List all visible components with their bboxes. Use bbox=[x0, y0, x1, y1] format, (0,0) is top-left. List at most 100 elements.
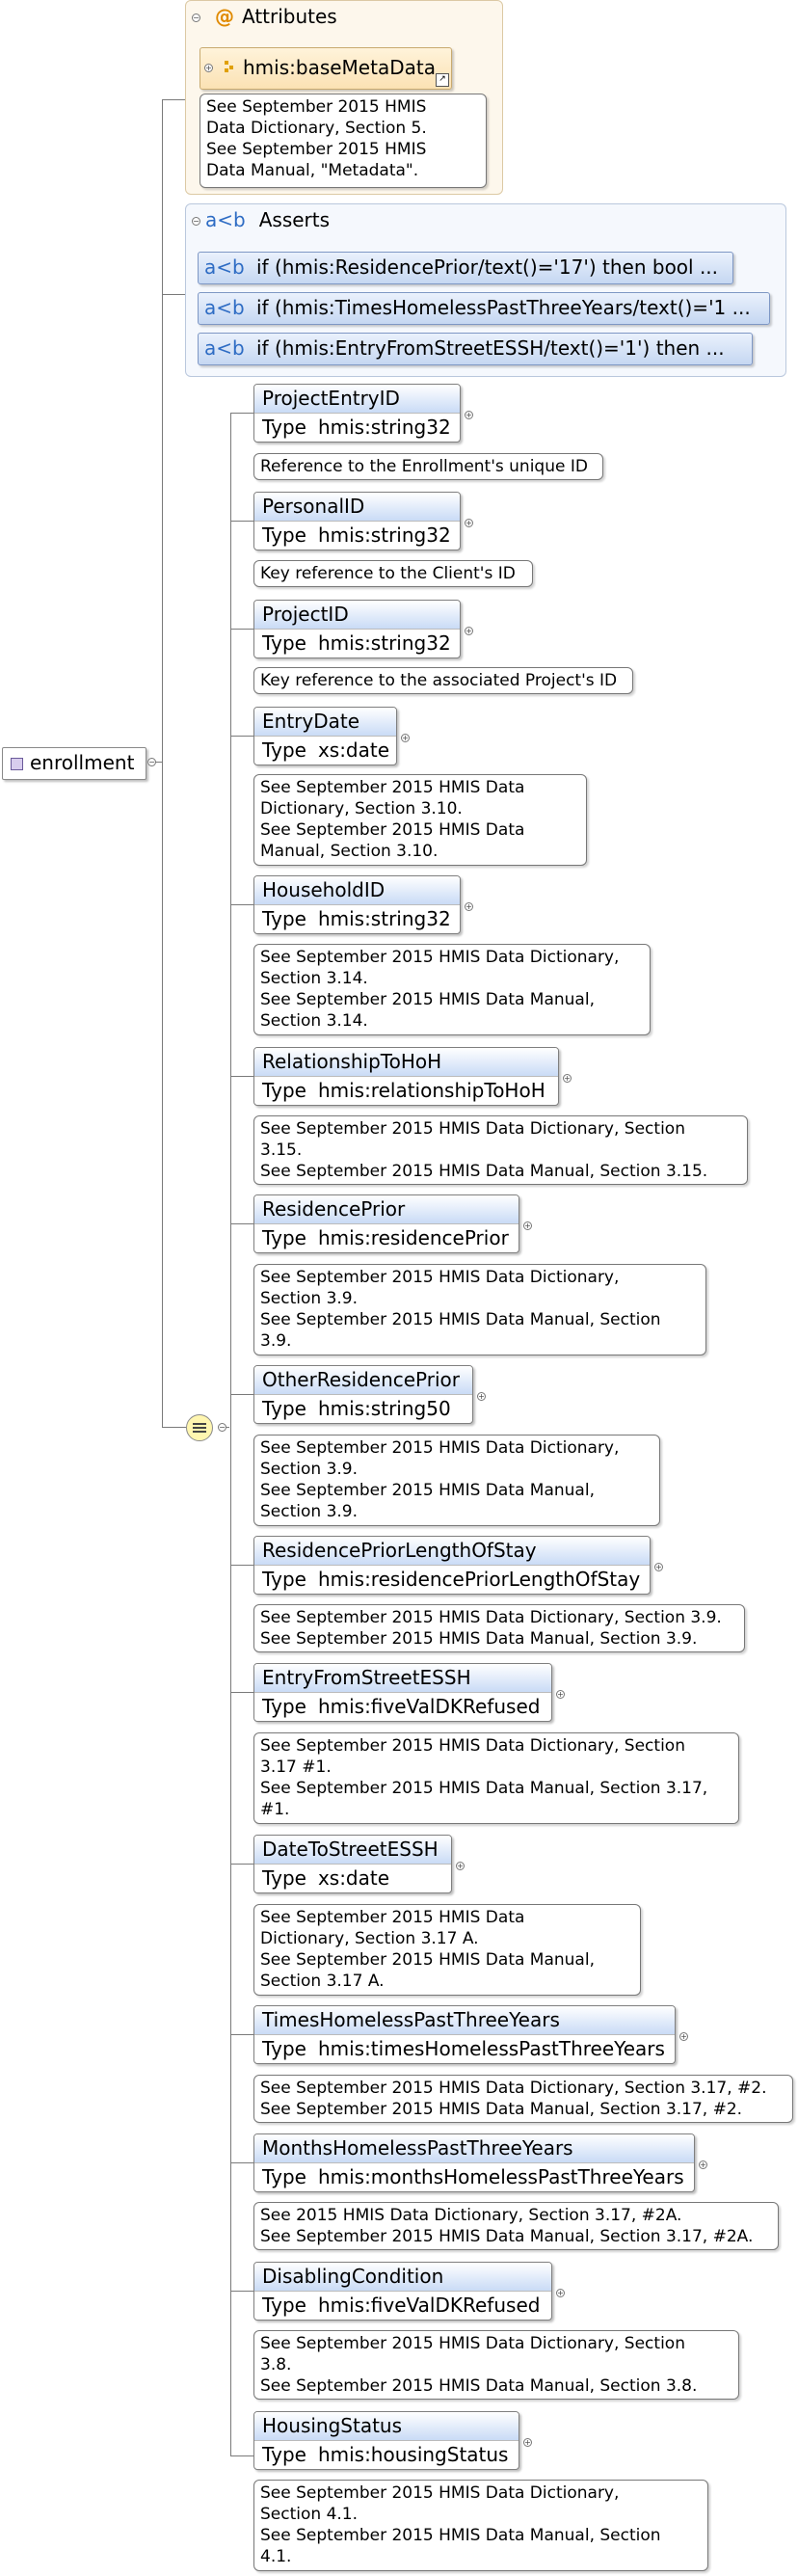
element-name: ProjectEntryID bbox=[254, 385, 460, 414]
expand-toggle-icon[interactable]: + bbox=[465, 902, 473, 911]
expand-toggle-icon[interactable]: + bbox=[204, 64, 213, 72]
assert-item[interactable]: a<b if (hmis:TimesHomelessPastThreeYears… bbox=[198, 292, 770, 325]
connector bbox=[230, 1565, 253, 1566]
element-housingstatus[interactable]: HousingStatus Type hmis:housingStatus + bbox=[253, 2411, 532, 2470]
element-timeshomelesspastthreeyears[interactable]: TimesHomelessPastThreeYears Type hmis:tim… bbox=[253, 2005, 688, 2064]
root-element-enrollment[interactable]: enrollment bbox=[2, 747, 146, 780]
element-documentation: See September 2015 HMIS Data Dictionary,… bbox=[253, 774, 587, 866]
element-personalid[interactable]: PersonalID Type hmis:string32 + bbox=[253, 492, 473, 550]
type-label: Type bbox=[262, 907, 306, 930]
element-residenceprior[interactable]: ResidencePrior Type hmis:residencePrior + bbox=[253, 1194, 532, 1253]
element-datetostreetessh[interactable]: DateToStreetESSH Type xs:date + bbox=[253, 1835, 465, 1893]
connector bbox=[230, 1692, 253, 1693]
element-disablingcondition[interactable]: DisablingCondition Type hmis:fiveValDKRef… bbox=[253, 2262, 565, 2321]
element-projectentryid[interactable]: ProjectEntryID Type hmis:string32 + bbox=[253, 384, 473, 443]
element-householdid[interactable]: HouseholdID Type hmis:string32 + bbox=[253, 875, 473, 934]
expand-toggle-icon[interactable]: + bbox=[556, 1690, 565, 1699]
element-documentation: See September 2015 HMIS Data Dictionary,… bbox=[253, 2330, 739, 2400]
type-value: hmis:relationshipToHoH bbox=[317, 1079, 545, 1102]
expand-toggle-icon[interactable]: + bbox=[401, 734, 410, 742]
assert-item[interactable]: a<b if (hmis:ResidencePrior/text()='17')… bbox=[198, 252, 733, 284]
sequence-compositor-icon[interactable] bbox=[186, 1414, 213, 1441]
element-type: Type hmis:residencePriorLengthOfStay bbox=[254, 1566, 650, 1594]
element-documentation: See September 2015 HMIS Data Dictionary,… bbox=[253, 944, 651, 1035]
shortcut-arrow-icon[interactable]: ↗ bbox=[436, 73, 449, 87]
collapse-toggle-icon[interactable]: − bbox=[192, 13, 200, 22]
connector bbox=[230, 413, 253, 414]
type-label: Type bbox=[262, 2294, 306, 2317]
element-name: DateToStreetESSH bbox=[254, 1836, 451, 1865]
element-type: Type hmis:string32 bbox=[254, 905, 460, 933]
attribute-basemetadata[interactable]: + hmis:baseMetaData ↗ bbox=[200, 47, 452, 90]
element-documentation: See September 2015 HMIS Data Dictionary,… bbox=[253, 1115, 748, 1185]
element-entryfromstreetessh[interactable]: EntryFromStreetESSH Type hmis:fiveValDKRe… bbox=[253, 1663, 565, 1722]
type-value: hmis:residencePrior bbox=[317, 1226, 509, 1249]
expand-toggle-icon[interactable]: + bbox=[523, 2438, 532, 2447]
type-value: hmis:residencePriorLengthOfStay bbox=[317, 1568, 641, 1591]
collapse-toggle-icon[interactable]: − bbox=[218, 1423, 226, 1432]
element-documentation: See September 2015 HMIS Data Dictionary,… bbox=[253, 1435, 660, 1526]
assert-item[interactable]: a<b if (hmis:EntryFromStreetESSH/text()=… bbox=[198, 333, 753, 365]
expand-toggle-icon[interactable]: − bbox=[147, 758, 156, 766]
expand-toggle-icon[interactable]: + bbox=[465, 411, 473, 419]
element-type: Type hmis:string50 bbox=[254, 1395, 472, 1423]
type-label: Type bbox=[262, 416, 306, 439]
expand-toggle-icon[interactable]: + bbox=[456, 1862, 465, 1870]
connector bbox=[230, 413, 231, 2456]
collapse-toggle-icon[interactable]: − bbox=[192, 217, 200, 226]
element-name: DisablingCondition bbox=[254, 2263, 551, 2292]
expand-toggle-icon[interactable]: + bbox=[465, 519, 473, 527]
type-label: Type bbox=[262, 738, 306, 762]
attribute-at-icon: @ bbox=[215, 5, 234, 28]
element-name: ResidencePriorLengthOfStay bbox=[254, 1537, 650, 1566]
element-type: Type hmis:string32 bbox=[254, 522, 460, 550]
element-type: Type hmis:housingStatus bbox=[254, 2441, 519, 2469]
element-name: RelationshipToHoH bbox=[254, 1048, 558, 1077]
element-type: Type hmis:string32 bbox=[254, 630, 460, 657]
expand-toggle-icon[interactable]: + bbox=[654, 1563, 663, 1571]
element-name: PersonalID bbox=[254, 493, 460, 522]
expand-toggle-icon[interactable]: + bbox=[465, 627, 473, 635]
element-type: Type hmis:relationshipToHoH bbox=[254, 1077, 558, 1105]
type-label: Type bbox=[262, 2165, 306, 2188]
type-label: Type bbox=[262, 1695, 306, 1718]
element-monthshomelesspastthreeyears[interactable]: MonthsHomelessPastThreeYears Type hmis:mo… bbox=[253, 2133, 707, 2192]
connector bbox=[230, 2034, 253, 2035]
type-label: Type bbox=[262, 1079, 306, 1102]
element-documentation: See September 2015 HMIS Data Dictionary,… bbox=[253, 2480, 708, 2571]
expand-toggle-icon[interactable]: + bbox=[477, 1392, 486, 1401]
element-projectid[interactable]: ProjectID Type hmis:string32 + bbox=[253, 600, 473, 658]
expand-toggle-icon[interactable]: + bbox=[556, 2289, 565, 2297]
element-documentation: See 2015 HMIS Data Dictionary, Section 3… bbox=[253, 2202, 779, 2250]
type-label: Type bbox=[262, 1866, 306, 1890]
type-value: hmis:timesHomelessPastThreeYears bbox=[317, 2037, 665, 2060]
element-documentation: See September 2015 HMIS Data Dictionary,… bbox=[253, 1904, 641, 1996]
expand-toggle-icon[interactable]: + bbox=[679, 2032, 688, 2041]
type-value: hmis:monthsHomelessPastThreeYears bbox=[317, 2165, 684, 2188]
connector bbox=[230, 629, 253, 630]
attribute-documentation: See September 2015 HMIS Data Dictionary,… bbox=[200, 94, 487, 188]
connector bbox=[230, 521, 253, 522]
connector bbox=[230, 1864, 253, 1865]
element-entrydate[interactable]: EntryDate Type xs:date + bbox=[253, 707, 410, 765]
element-documentation: Key reference to the associated Project'… bbox=[253, 667, 633, 694]
type-value: hmis:string32 bbox=[317, 631, 451, 655]
element-residencepriorlengthofstay[interactable]: ResidencePriorLengthOfStay Type hmis:resi… bbox=[253, 1536, 663, 1595]
type-value: hmis:string32 bbox=[317, 907, 451, 930]
expand-toggle-icon[interactable]: + bbox=[699, 2160, 707, 2169]
element-type: Type hmis:residencePrior bbox=[254, 1224, 519, 1252]
attribute-label: hmis:baseMetaData bbox=[243, 56, 436, 79]
connector bbox=[230, 1076, 253, 1077]
element-otherresidenceprior[interactable]: OtherResidencePrior Type hmis:string50 + bbox=[253, 1365, 486, 1424]
element-documentation: See September 2015 HMIS Data Dictionary,… bbox=[253, 2075, 793, 2123]
expand-toggle-icon[interactable]: + bbox=[563, 1074, 572, 1083]
element-documentation: See September 2015 HMIS Data Dictionary,… bbox=[253, 1604, 745, 1652]
assert-icon: a<b bbox=[204, 255, 245, 279]
element-relationshiptohoh[interactable]: RelationshipToHoH Type hmis:relationshipT… bbox=[253, 1047, 572, 1106]
type-value: hmis:string32 bbox=[317, 523, 451, 547]
connector bbox=[230, 2291, 253, 2292]
element-name: MonthsHomelessPastThreeYears bbox=[254, 2134, 694, 2163]
element-type: Type hmis:monthsHomelessPastThreeYears bbox=[254, 2163, 694, 2191]
expand-toggle-icon[interactable]: + bbox=[523, 1221, 532, 1230]
connector bbox=[230, 1223, 253, 1224]
